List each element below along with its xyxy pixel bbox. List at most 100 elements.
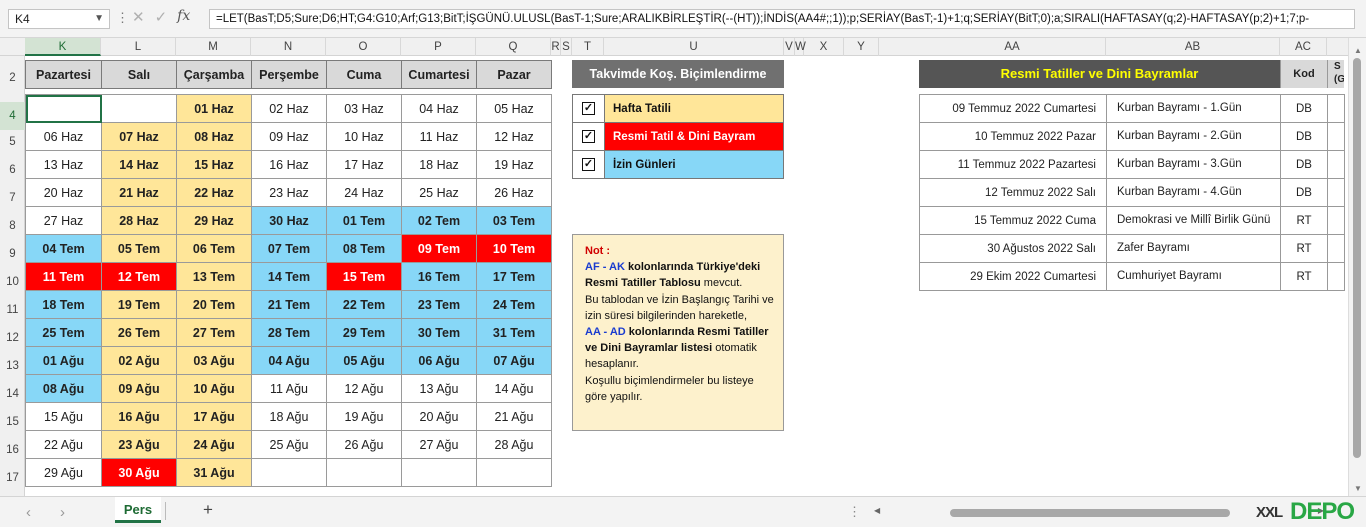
calendar-day-cell[interactable]: 31 Tem [476,318,552,347]
calendar-day-cell[interactable]: 28 Haz [101,206,177,235]
holiday-name-cell[interactable]: Zafer Bayramı [1106,234,1281,263]
calendar-day-cell[interactable]: 03 Ağu [176,346,252,375]
insert-function-icon[interactable]: fx [177,8,190,26]
holidays-title[interactable]: Resmi Tatiller ve Dini Bayramlar [919,60,1280,88]
calendar-day-cell[interactable]: 23 Haz [251,178,327,207]
holiday-date-cell[interactable]: 11 Temmuz 2022 Pazartesi [919,150,1107,179]
calendar-day-cell[interactable]: 21 Ağu [476,402,552,431]
col-header-aa[interactable]: AA [919,38,1106,56]
calendar-day-cell[interactable] [101,94,177,123]
holiday-extra-cell[interactable] [1327,262,1345,291]
calendar-day-cell[interactable]: 12 Haz [476,122,552,151]
row-header-5[interactable]: 5 [0,136,25,148]
weekday-header[interactable]: Pazartesi [25,60,102,89]
more-options-icon[interactable]: ⋮ [116,10,129,26]
calendar-day-cell[interactable]: 04 Haz [401,94,477,123]
row-header-4[interactable]: 4 [0,102,25,130]
weekday-header[interactable]: Çarşamba [176,60,252,89]
calendar-day-cell[interactable]: 14 Haz [101,150,177,179]
holiday-date-cell[interactable]: 10 Temmuz 2022 Pazar [919,122,1107,151]
calendar-day-cell[interactable]: 18 Haz [401,150,477,179]
chevron-down-icon[interactable]: ▼ [94,10,104,28]
calendar-day-cell[interactable]: 03 Tem [476,206,552,235]
calendar-day-cell[interactable]: 06 Ağu [401,346,477,375]
col-header-y[interactable]: Y [844,38,879,56]
calendar-day-cell[interactable]: 15 Haz [176,150,252,179]
col-header-p[interactable]: P [401,38,476,56]
holiday-name-cell[interactable]: Kurban Bayramı - 1.Gün [1106,94,1281,123]
vertical-scrollbar[interactable]: ▲ ▼ [1348,38,1366,496]
calendar-day-cell[interactable]: 20 Haz [25,178,102,207]
calendar-day-cell[interactable]: 11 Ağu [251,374,327,403]
calendar-day-cell[interactable]: 04 Tem [25,234,102,263]
calendar-day-cell[interactable]: 27 Haz [25,206,102,235]
calendar-day-cell[interactable]: 15 Ağu [25,402,102,431]
calendar-day-cell[interactable]: 30 Ağu [101,458,177,487]
calendar-day-cell[interactable]: 25 Haz [401,178,477,207]
calendar-day-cell[interactable]: 08 Haz [176,122,252,151]
calendar-day-cell[interactable]: 08 Tem [326,234,402,263]
calendar-day-cell[interactable] [25,94,102,123]
weekday-header[interactable]: Pazar [476,60,552,89]
calendar-day-cell[interactable]: 06 Haz [25,122,102,151]
calendar-day-cell[interactable]: 27 Tem [176,318,252,347]
calendar-day-cell[interactable]: 01 Tem [326,206,402,235]
calendar-day-cell[interactable]: 21 Haz [101,178,177,207]
legend-label[interactable]: Hafta Tatili [604,94,784,123]
calendar-day-cell[interactable]: 09 Ağu [101,374,177,403]
calendar-day-cell[interactable]: 16 Tem [401,262,477,291]
col-header-o[interactable]: O [326,38,401,56]
legend-checkbox-cell[interactable]: ✓ [572,150,605,179]
row-header-2[interactable]: 2 [0,72,25,84]
col-header-q[interactable]: Q [476,38,551,56]
calendar-day-cell[interactable]: 16 Ağu [101,402,177,431]
calendar-day-cell[interactable] [401,458,477,487]
calendar-day-cell[interactable]: 24 Ağu [176,430,252,459]
holiday-kod-cell[interactable]: RT [1280,262,1328,291]
sheet-tab-pers[interactable]: Pers [115,497,161,523]
row-header-11[interactable]: 11 [0,304,25,316]
calendar-day-cell[interactable]: 02 Haz [251,94,327,123]
holiday-date-cell[interactable]: 12 Temmuz 2022 Salı [919,178,1107,207]
calendar-day-cell[interactable]: 26 Ağu [326,430,402,459]
holiday-name-cell[interactable]: Demokrasi ve Millî Birlik Günü [1106,206,1281,235]
calendar-day-cell[interactable]: 22 Tem [326,290,402,319]
more-sheets-icon[interactable]: ⋮ [848,504,861,520]
checkbox-checked-icon[interactable]: ✓ [582,130,595,143]
formula-input[interactable]: =LET(BasT;D5;Sure;D6;HT;G4:G10;Arf;G13;B… [209,9,1355,29]
enter-icon[interactable]: ✓ [155,8,168,26]
holiday-date-cell[interactable]: 30 Ağustos 2022 Salı [919,234,1107,263]
row-header-6[interactable]: 6 [0,164,25,176]
col-header-l[interactable]: L [101,38,176,56]
row-header-15[interactable]: 15 [0,416,25,428]
calendar-day-cell[interactable]: 07 Haz [101,122,177,151]
calendar-day-cell[interactable]: 09 Haz [251,122,327,151]
calendar-day-cell[interactable]: 04 Ağu [251,346,327,375]
calendar-day-cell[interactable]: 29 Haz [176,206,252,235]
calendar-day-cell[interactable]: 24 Haz [326,178,402,207]
col-header-k[interactable]: K [25,38,101,56]
calendar-day-cell[interactable]: 13 Tem [176,262,252,291]
calendar-day-cell[interactable]: 03 Haz [326,94,402,123]
legend-title[interactable]: Takvimde Koş. Biçimlendirme [572,60,784,88]
col-header-s[interactable]: S [561,38,572,56]
row-header-14[interactable]: 14 [0,388,25,400]
row-header-16[interactable]: 16 [0,444,25,456]
col-header-t[interactable]: T [572,38,604,56]
calendar-day-cell[interactable]: 17 Tem [476,262,552,291]
cancel-icon[interactable]: ✕ [132,8,145,26]
calendar-day-cell[interactable]: 31 Ağu [176,458,252,487]
calendar-day-cell[interactable]: 01 Haz [176,94,252,123]
calendar-day-cell[interactable]: 19 Tem [101,290,177,319]
holiday-kod-cell[interactable]: DB [1280,94,1328,123]
calendar-day-cell[interactable]: 08 Ağu [25,374,102,403]
calendar-day-cell[interactable]: 11 Haz [401,122,477,151]
calendar-day-cell[interactable]: 19 Haz [476,150,552,179]
calendar-day-cell[interactable]: 19 Ağu [326,402,402,431]
horizontal-scroll-thumb[interactable] [950,509,1230,517]
row-header-12[interactable]: 12 [0,332,25,344]
col-header-w[interactable]: W [795,38,806,56]
calendar-day-cell[interactable]: 15 Tem [326,262,402,291]
sheet-next-icon[interactable]: › [60,504,65,521]
col-header-ab[interactable]: AB [1106,38,1280,56]
